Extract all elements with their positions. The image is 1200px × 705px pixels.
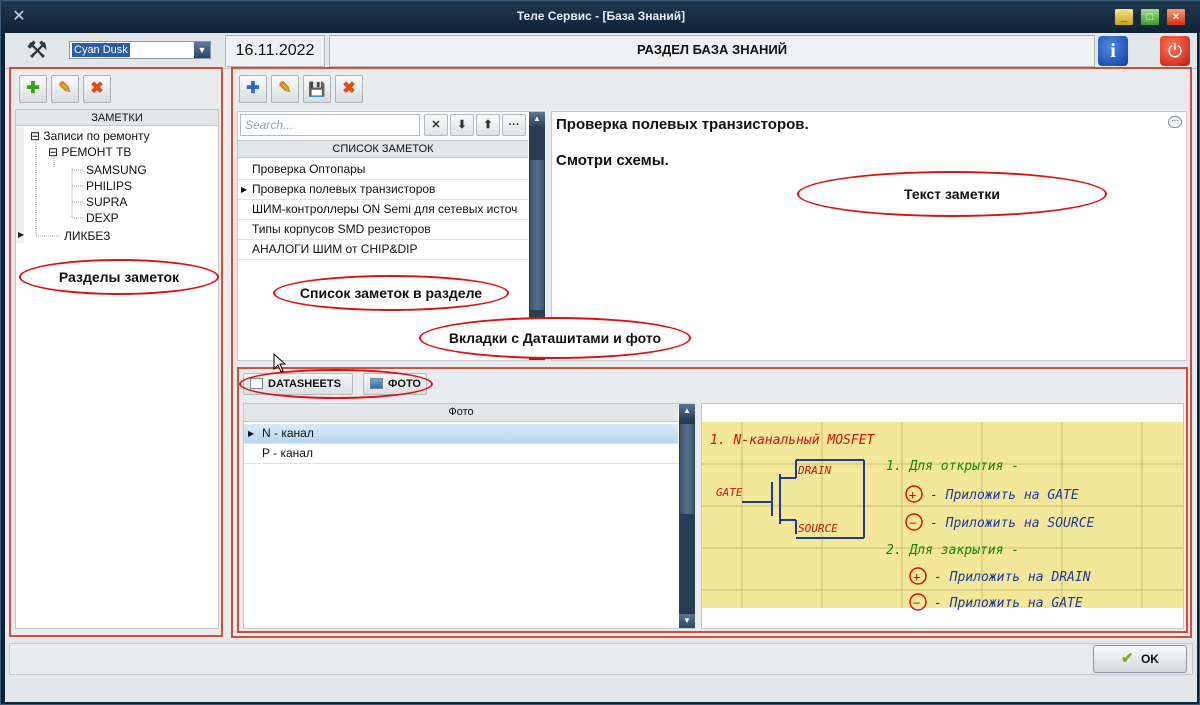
tree-expander-icon[interactable]: ⊟ [48, 145, 58, 159]
app-window: ✕ Теле Сервис - [База Знаний] _ □ × ⚒ Cy… [0, 0, 1200, 705]
search-clear-button[interactable]: ✕ [424, 114, 448, 136]
label-drain: DRAIN [797, 464, 831, 477]
scroll-up-icon[interactable]: ▲ [679, 404, 695, 418]
sections-tree[interactable]: ЗАМЕТКИ ⊟ Записи по ремонту ⊟ РЕМОНТ ТВ … [15, 109, 219, 629]
row-indicator-icon: ▶ [241, 185, 248, 194]
callout-tabs: Вкладки с Даташитами и фото [419, 317, 691, 359]
close-button[interactable]: × [1166, 8, 1186, 26]
photo-scrollbar[interactable]: ▲ ▼ [679, 404, 695, 628]
close-minus-text: - Приложить на GATE [934, 596, 1083, 611]
attachments-area: DATASHEETS ФОТО Фото ▶ N - канал P - кан… [237, 367, 1188, 633]
note-row[interactable]: ШИМ-контроллеры ON Semi для сетевых исто… [238, 200, 528, 220]
callout-sections: Разделы заметок [19, 259, 219, 295]
note-more-button[interactable]: ··· [1168, 116, 1182, 128]
tree-item-samsung[interactable]: SAMSUNG [86, 162, 147, 178]
add-section-button[interactable]: ✚ [19, 75, 47, 103]
photo-row[interactable]: P - канал [244, 444, 678, 464]
tree-item-likbez[interactable]: ЛИКБЕЗ [64, 228, 110, 244]
theme-value: Cyan Dusk [72, 43, 130, 57]
ok-label: OK [1140, 652, 1159, 666]
tree-item-tv-repair[interactable]: ⊟ РЕМОНТ ТВ [48, 144, 131, 160]
scroll-thumb[interactable] [530, 160, 544, 310]
callout-tabs-ring [239, 369, 433, 399]
tools-icon: ⚒ [26, 37, 48, 64]
label-source: SOURCE [798, 522, 838, 535]
photo-row-label: N - канал [262, 426, 314, 440]
plus-sign: + [909, 488, 916, 502]
note-text-line: Проверка полевых транзисторов. [556, 116, 809, 133]
note-row[interactable]: Типы корпусов SMD резисторов [238, 220, 528, 240]
search-input[interactable] [240, 114, 420, 136]
note-row[interactable]: Проверка Оптопары [238, 160, 528, 180]
plus-sign: + [913, 570, 920, 584]
scroll-thumb[interactable] [680, 424, 694, 514]
sections-toolbar: ✚ ✎ ✖ [19, 75, 119, 105]
ok-button[interactable]: ✔ OK [1093, 645, 1187, 673]
note-row-selected[interactable]: ▶ Проверка полевых транзисторов [238, 180, 528, 200]
edit-section-button[interactable]: ✎ [51, 75, 79, 103]
scroll-up-icon[interactable]: ▲ [529, 112, 545, 126]
search-next-button[interactable]: ⬇ [450, 114, 474, 136]
tree-item-philips[interactable]: PHILIPS [86, 178, 132, 194]
close-title: 2. Для закрытия - [886, 543, 1019, 558]
open-plus-text: - Приложить на GATE [930, 488, 1079, 503]
mosfet-title: 1. N-канальный MOSFET [710, 433, 876, 448]
minus-sign: − [913, 596, 920, 610]
close-plus-text: - Приложить на DRAIN [934, 570, 1091, 585]
notes-panel: ✚ ✎ 💾 ✖ ✕ ⬇ ⬆ ··· СПИСОК ЗАМЕТОК Проверк… [231, 67, 1192, 638]
info-icon[interactable]: i [1098, 36, 1128, 66]
delete-note-button[interactable]: ✖ [335, 75, 363, 103]
row-indicator-icon: ▶ [248, 429, 255, 438]
delete-section-button[interactable]: ✖ [83, 75, 111, 103]
title-bar[interactable]: ✕ Теле Сервис - [База Знаний] _ □ × [1, 1, 1200, 33]
maximize-button[interactable]: □ [1140, 8, 1160, 26]
tree-item-label: РЕМОНТ ТВ [61, 145, 132, 159]
tree-expander-icon[interactable]: ⊟ [30, 129, 40, 143]
notes-toolbar: ✚ ✎ 💾 ✖ [239, 75, 379, 105]
client-area: ⚒ Cyan Dusk ▼ 16.11.2022 РАЗДЕЛ БАЗА ЗНА… [5, 33, 1197, 702]
search-more-button[interactable]: ··· [502, 114, 526, 136]
section-title: РАЗДЕЛ БАЗА ЗНАНИЙ [329, 35, 1095, 67]
callout-notes-list: Список заметок в разделе [273, 275, 509, 311]
theme-select[interactable]: Cyan Dusk ▼ [69, 41, 211, 59]
mouse-cursor-icon [273, 353, 287, 373]
add-note-button[interactable]: ✚ [239, 75, 267, 103]
footer-panel: ✔ OK [9, 643, 1193, 675]
header-bar: ⚒ Cyan Dusk ▼ 16.11.2022 РАЗДЕЛ БАЗА ЗНА… [5, 33, 1197, 69]
save-note-button[interactable]: 💾 [303, 75, 331, 103]
footer-bar: ✔ OK [5, 639, 1197, 702]
note-text-line: Смотри схемы. [556, 152, 669, 169]
notes-list-header: СПИСОК ЗАМЕТОК [238, 140, 528, 158]
sections-panel: ✚ ✎ ✖ ЗАМЕТКИ ⊟ Записи по ремонту ⊟ РЕМО… [9, 67, 223, 637]
tree-item-label: Записи по ремонту [43, 129, 150, 143]
search-prev-button[interactable]: ⬆ [476, 114, 500, 136]
chevron-down-icon[interactable]: ▼ [194, 42, 210, 58]
open-title: 1. Для открытия - [886, 459, 1019, 474]
date-display: 16.11.2022 [225, 35, 325, 67]
mosfet-note-image: 1. N-канальный MOSFET DRAIN GATE SOURCE … [702, 422, 1183, 611]
check-icon: ✔ [1121, 650, 1134, 667]
photo-viewer[interactable]: 1. N-канальный MOSFET DRAIN GATE SOURCE … [701, 403, 1184, 629]
tree-item-supra[interactable]: SUPRA [86, 194, 127, 210]
label-gate: GATE [716, 486, 743, 499]
scroll-down-icon[interactable]: ▼ [679, 614, 695, 628]
callout-note-text: Текст заметки [797, 171, 1107, 217]
note-row[interactable]: АНАЛОГИ ШИМ от CHIP&DIP [238, 240, 528, 260]
note-row-label: Проверка полевых транзисторов [252, 182, 436, 196]
power-icon[interactable]: ⏻ [1160, 36, 1190, 66]
open-minus-text: - Приложить на SOURCE [930, 516, 1095, 531]
row-indicator-icon: ▶ [18, 230, 25, 239]
tree-item-dexp[interactable]: DEXP [86, 210, 119, 226]
minimize-button[interactable]: _ [1114, 8, 1134, 26]
tree-item-repair-records[interactable]: ⊟ Записи по ремонту [30, 128, 150, 144]
minus-sign: − [909, 516, 916, 530]
photo-list-header: Фото [244, 404, 678, 422]
photo-row-selected[interactable]: ▶ N - канал [244, 424, 678, 444]
photo-list: Фото ▶ N - канал P - канал ▲ ▼ [243, 403, 695, 629]
window-title: Теле Сервис - [База Знаний] [516, 9, 686, 23]
edit-note-button[interactable]: ✎ [271, 75, 299, 103]
